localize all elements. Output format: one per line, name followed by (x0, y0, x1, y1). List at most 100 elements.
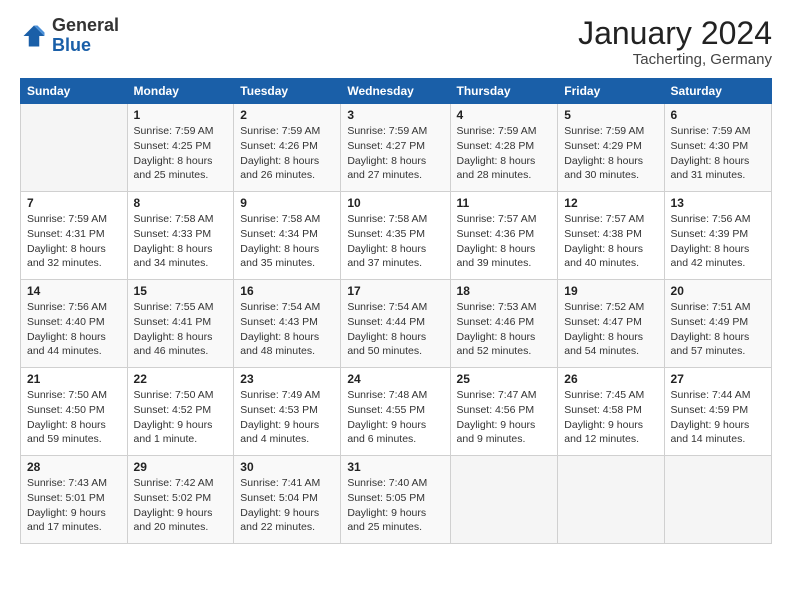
calendar-week-row: 1Sunrise: 7:59 AMSunset: 4:25 PMDaylight… (21, 104, 772, 192)
sunrise-text: Sunrise: 7:50 AM (134, 388, 228, 403)
sunset-text: Sunset: 4:28 PM (457, 139, 552, 154)
day-info: Sunrise: 7:40 AMSunset: 5:05 PMDaylight:… (347, 476, 443, 535)
day-number: 27 (671, 372, 765, 386)
sunset-text: Sunset: 4:41 PM (134, 315, 228, 330)
calendar-cell: 8 Sunrise: 7:58 AMSunset: 4:33 PMDaylight… (127, 192, 234, 280)
day-info: Sunrise: 7:56 AMSunset: 4:39 PMDaylight:… (671, 212, 765, 271)
logo: General Blue (20, 16, 119, 56)
day-info: Sunrise: 7:57 AMSunset: 4:36 PMDaylight:… (457, 212, 552, 271)
sunset-text: Sunset: 4:25 PM (134, 139, 228, 154)
day-number: 28 (27, 460, 121, 474)
logo-blue-text: Blue (52, 35, 91, 55)
sunset-text: Sunset: 4:29 PM (564, 139, 657, 154)
sunset-text: Sunset: 4:50 PM (27, 403, 121, 418)
daylight-text: Daylight: 8 hours and 59 minutes. (27, 418, 121, 447)
sunset-text: Sunset: 4:27 PM (347, 139, 443, 154)
sunrise-text: Sunrise: 7:56 AM (671, 212, 765, 227)
daylight-text: Daylight: 9 hours and 9 minutes. (457, 418, 552, 447)
sunrise-text: Sunrise: 7:59 AM (347, 124, 443, 139)
sunset-text: Sunset: 4:47 PM (564, 315, 657, 330)
sunrise-text: Sunrise: 7:48 AM (347, 388, 443, 403)
daylight-text: Daylight: 8 hours and 31 minutes. (671, 154, 765, 183)
day-number: 25 (457, 372, 552, 386)
calendar-cell (21, 104, 128, 192)
page: General Blue January 2024 Tacherting, Ge… (0, 0, 792, 612)
sunset-text: Sunset: 4:52 PM (134, 403, 228, 418)
daylight-text: Daylight: 8 hours and 57 minutes. (671, 330, 765, 359)
sunrise-text: Sunrise: 7:57 AM (457, 212, 552, 227)
calendar-cell: 15 Sunrise: 7:55 AMSunset: 4:41 PMDayligh… (127, 280, 234, 368)
day-info: Sunrise: 7:58 AMSunset: 4:35 PMDaylight:… (347, 212, 443, 271)
calendar-cell (558, 456, 664, 544)
sunset-text: Sunset: 4:49 PM (671, 315, 765, 330)
sunrise-text: Sunrise: 7:59 AM (564, 124, 657, 139)
sunset-text: Sunset: 4:35 PM (347, 227, 443, 242)
logo-text: General Blue (52, 16, 119, 56)
day-info: Sunrise: 7:44 AMSunset: 4:59 PMDaylight:… (671, 388, 765, 447)
calendar-cell: 24Sunrise: 7:48 AMSunset: 4:55 PMDayligh… (341, 368, 450, 456)
day-info: Sunrise: 7:49 AMSunset: 4:53 PMDaylight:… (240, 388, 334, 447)
calendar-cell: 3Sunrise: 7:59 AMSunset: 4:27 PMDaylight… (341, 104, 450, 192)
day-info: Sunrise: 7:42 AMSunset: 5:02 PMDaylight:… (134, 476, 228, 535)
calendar-cell: 4Sunrise: 7:59 AMSunset: 4:28 PMDaylight… (450, 104, 558, 192)
sunrise-text: Sunrise: 7:59 AM (134, 124, 228, 139)
day-info: Sunrise: 7:58 AMSunset: 4:33 PMDaylight:… (134, 212, 228, 271)
calendar-week-row: 21Sunrise: 7:50 AMSunset: 4:50 PMDayligh… (21, 368, 772, 456)
day-number: 23 (240, 372, 334, 386)
day-info: Sunrise: 7:59 AMSunset: 4:25 PMDaylight:… (134, 124, 228, 183)
daylight-text: Daylight: 8 hours and 26 minutes. (240, 154, 334, 183)
sunrise-text: Sunrise: 7:43 AM (27, 476, 121, 491)
calendar-cell: 17Sunrise: 7:54 AMSunset: 4:44 PMDayligh… (341, 280, 450, 368)
day-number: 5 (564, 108, 657, 122)
sunrise-text: Sunrise: 7:55 AM (134, 300, 228, 315)
header: General Blue January 2024 Tacherting, Ge… (20, 16, 772, 68)
sunrise-text: Sunrise: 7:52 AM (564, 300, 657, 315)
sunrise-text: Sunrise: 7:58 AM (347, 212, 443, 227)
calendar-week-row: 14Sunrise: 7:56 AMSunset: 4:40 PMDayligh… (21, 280, 772, 368)
day-number: 8 (134, 196, 228, 210)
calendar-cell: 30Sunrise: 7:41 AMSunset: 5:04 PMDayligh… (234, 456, 341, 544)
day-info: Sunrise: 7:56 AMSunset: 4:40 PMDaylight:… (27, 300, 121, 359)
header-monday: Monday (127, 79, 234, 104)
day-number: 19 (564, 284, 657, 298)
sunset-text: Sunset: 4:26 PM (240, 139, 334, 154)
sunset-text: Sunset: 5:01 PM (27, 491, 121, 506)
sunset-text: Sunset: 5:04 PM (240, 491, 334, 506)
sunrise-text: Sunrise: 7:50 AM (27, 388, 121, 403)
sunrise-text: Sunrise: 7:49 AM (240, 388, 334, 403)
day-info: Sunrise: 7:47 AMSunset: 4:56 PMDaylight:… (457, 388, 552, 447)
calendar-cell: 1Sunrise: 7:59 AMSunset: 4:25 PMDaylight… (127, 104, 234, 192)
sunrise-text: Sunrise: 7:41 AM (240, 476, 334, 491)
sunset-text: Sunset: 4:55 PM (347, 403, 443, 418)
sunset-text: Sunset: 5:05 PM (347, 491, 443, 506)
day-info: Sunrise: 7:57 AMSunset: 4:38 PMDaylight:… (564, 212, 657, 271)
daylight-text: Daylight: 8 hours and 35 minutes. (240, 242, 334, 271)
daylight-text: Daylight: 8 hours and 46 minutes. (134, 330, 228, 359)
sunset-text: Sunset: 4:40 PM (27, 315, 121, 330)
sunset-text: Sunset: 4:59 PM (671, 403, 765, 418)
daylight-text: Daylight: 8 hours and 37 minutes. (347, 242, 443, 271)
daylight-text: Daylight: 9 hours and 14 minutes. (671, 418, 765, 447)
day-number: 24 (347, 372, 443, 386)
day-number: 30 (240, 460, 334, 474)
sunset-text: Sunset: 4:33 PM (134, 227, 228, 242)
day-number: 15 (134, 284, 228, 298)
calendar-cell: 5Sunrise: 7:59 AMSunset: 4:29 PMDaylight… (558, 104, 664, 192)
daylight-text: Daylight: 8 hours and 34 minutes. (134, 242, 228, 271)
sunrise-text: Sunrise: 7:44 AM (671, 388, 765, 403)
calendar-cell: 12Sunrise: 7:57 AMSunset: 4:38 PMDayligh… (558, 192, 664, 280)
daylight-text: Daylight: 9 hours and 1 minute. (134, 418, 228, 447)
sunrise-text: Sunrise: 7:40 AM (347, 476, 443, 491)
day-number: 14 (27, 284, 121, 298)
sunset-text: Sunset: 4:56 PM (457, 403, 552, 418)
calendar-cell: 26Sunrise: 7:45 AMSunset: 4:58 PMDayligh… (558, 368, 664, 456)
header-wednesday: Wednesday (341, 79, 450, 104)
sunrise-text: Sunrise: 7:56 AM (27, 300, 121, 315)
daylight-text: Daylight: 8 hours and 54 minutes. (564, 330, 657, 359)
daylight-text: Daylight: 8 hours and 25 minutes. (134, 154, 228, 183)
calendar-cell: 11Sunrise: 7:57 AMSunset: 4:36 PMDayligh… (450, 192, 558, 280)
sunset-text: Sunset: 4:58 PM (564, 403, 657, 418)
sunrise-text: Sunrise: 7:54 AM (240, 300, 334, 315)
daylight-text: Daylight: 8 hours and 39 minutes. (457, 242, 552, 271)
sunset-text: Sunset: 4:53 PM (240, 403, 334, 418)
